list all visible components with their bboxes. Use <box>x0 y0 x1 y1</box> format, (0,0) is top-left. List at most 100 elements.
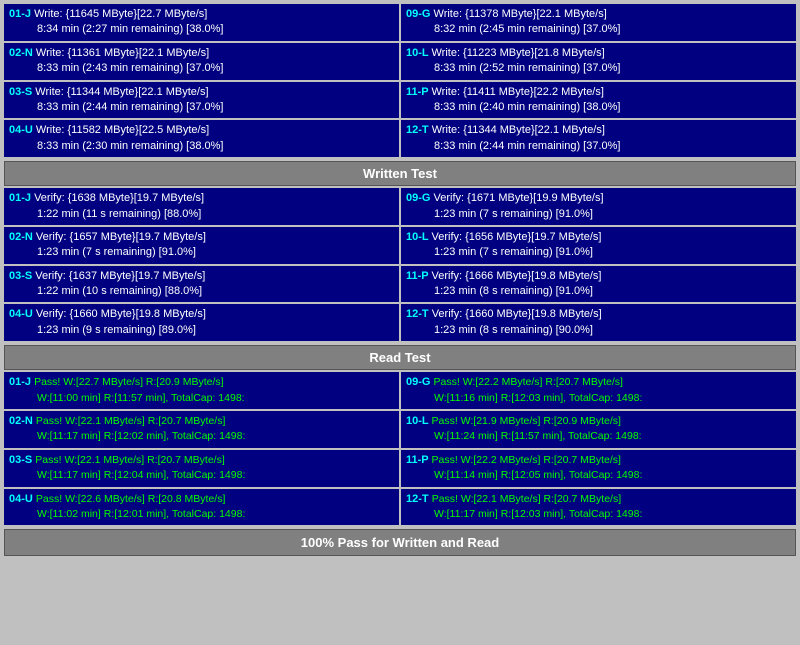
drive-line2: W:[11:16 min] R:[12:03 min], TotalCap: 1… <box>434 392 642 404</box>
drive-line1: Pass! W:[22.2 MByte/s] R:[20.7 MByte/s] <box>432 454 621 466</box>
drive-card: 11-P Verify: {1666 MByte}[19.8 MByte/s] 1… <box>401 266 796 303</box>
drive-card: 11-P Write: {11411 MByte}[22.2 MByte/s] 8… <box>401 82 796 119</box>
drive-card: 12-T Write: {11344 MByte}[22.1 MByte/s] 8… <box>401 120 796 157</box>
drive-id: 11-P <box>406 454 432 466</box>
drive-line2: W:[11:17 min] R:[12:02 min], TotalCap: 1… <box>37 430 245 442</box>
verify-grid: 01-J Verify: {1638 MByte}[19.7 MByte/s] 1… <box>4 188 796 341</box>
drive-line2: W:[11:00 min] R:[11:57 min], TotalCap: 1… <box>37 392 245 404</box>
drive-line2: 8:33 min (2:52 min remaining) [37.0%] <box>434 62 620 74</box>
drive-card: 09-G Pass! W:[22.2 MByte/s] R:[20.7 MByt… <box>401 372 796 409</box>
drive-card: 11-P Pass! W:[22.2 MByte/s] R:[20.7 MByt… <box>401 450 796 487</box>
drive-id: 10-L <box>406 415 431 427</box>
drive-line1: Write: {11582 MByte}[22.5 MByte/s] <box>36 124 209 136</box>
drive-card: 10-L Verify: {1656 MByte}[19.7 MByte/s] 1… <box>401 227 796 264</box>
drive-id: 10-L <box>406 47 431 59</box>
drive-line1: Pass! W:[22.1 MByte/s] R:[20.7 MByte/s] <box>36 415 225 427</box>
drive-id: 01-J <box>9 376 34 388</box>
drive-line2: 8:33 min (2:44 min remaining) [37.0%] <box>434 140 620 152</box>
drive-line1: Pass! W:[22.1 MByte/s] R:[20.7 MByte/s] <box>432 493 621 505</box>
drive-id: 03-S <box>9 454 35 466</box>
drive-line2: 1:23 min (8 s remaining) [90.0%] <box>434 324 593 336</box>
drive-card: 10-L Pass! W:[21.9 MByte/s] R:[20.9 MByt… <box>401 411 796 448</box>
drive-line1: Verify: {1657 MByte}[19.7 MByte/s] <box>36 231 206 243</box>
drive-line1: Pass! W:[22.7 MByte/s] R:[20.9 MByte/s] <box>34 376 223 388</box>
drive-card: 09-G Verify: {1671 MByte}[19.9 MByte/s] 1… <box>401 188 796 225</box>
drive-id: 03-S <box>9 270 35 282</box>
drive-card: 01-J Verify: {1638 MByte}[19.7 MByte/s] 1… <box>4 188 399 225</box>
drive-id: 12-T <box>406 493 432 505</box>
drive-line1: Verify: {1660 MByte}[19.8 MByte/s] <box>432 308 602 320</box>
drive-id: 12-T <box>406 124 432 136</box>
drive-line1: Pass! W:[22.1 MByte/s] R:[20.7 MByte/s] <box>35 454 224 466</box>
drive-line1: Verify: {1637 MByte}[19.7 MByte/s] <box>35 270 205 282</box>
drive-id: 03-S <box>9 86 35 98</box>
drive-card: 03-S Verify: {1637 MByte}[19.7 MByte/s] 1… <box>4 266 399 303</box>
drive-id: 02-N <box>9 47 36 59</box>
drive-line2: 1:23 min (7 s remaining) [91.0%] <box>37 246 196 258</box>
verify-section: 01-J Verify: {1638 MByte}[19.7 MByte/s] 1… <box>4 188 796 341</box>
drive-card: 10-L Write: {11223 MByte}[21.8 MByte/s] 8… <box>401 43 796 80</box>
drive-line1: Verify: {1638 MByte}[19.7 MByte/s] <box>34 192 204 204</box>
drive-line2: 8:33 min (2:30 min remaining) [38.0%] <box>37 140 223 152</box>
drive-id: 04-U <box>9 124 36 136</box>
drive-card: 02-N Write: {11361 MByte}[22.1 MByte/s] 8… <box>4 43 399 80</box>
drive-line1: Write: {11361 MByte}[22.1 MByte/s] <box>36 47 209 59</box>
drive-line2: 1:23 min (9 s remaining) [89.0%] <box>37 324 196 336</box>
drive-line1: Write: {11378 MByte}[22.1 MByte/s] <box>434 8 607 20</box>
drive-line2: 8:32 min (2:45 min remaining) [37.0%] <box>434 23 620 35</box>
drive-card: 12-T Pass! W:[22.1 MByte/s] R:[20.7 MByt… <box>401 489 796 526</box>
drive-line1: Write: {11645 MByte}[22.7 MByte/s] <box>34 8 207 20</box>
read-test-grid: 01-J Pass! W:[22.7 MByte/s] R:[20.9 MByt… <box>4 372 796 525</box>
drive-line1: Write: {11411 MByte}[22.2 MByte/s] <box>432 86 604 98</box>
drive-line1: Pass! W:[21.9 MByte/s] R:[20.9 MByte/s] <box>431 415 620 427</box>
drive-line2: 1:23 min (7 s remaining) [91.0%] <box>434 208 593 220</box>
drive-line1: Verify: {1666 MByte}[19.8 MByte/s] <box>432 270 602 282</box>
drive-id: 12-T <box>406 308 432 320</box>
drive-card: 04-U Pass! W:[22.6 MByte/s] R:[20.8 MByt… <box>4 489 399 526</box>
drive-line1: Verify: {1671 MByte}[19.9 MByte/s] <box>434 192 604 204</box>
drive-line2: W:[11:24 min] R:[11:57 min], TotalCap: 1… <box>434 430 642 442</box>
drive-card: 04-U Write: {11582 MByte}[22.5 MByte/s] 8… <box>4 120 399 157</box>
drive-card: 03-S Write: {11344 MByte}[22.1 MByte/s] 8… <box>4 82 399 119</box>
drive-line2: 8:34 min (2:27 min remaining) [38.0%] <box>37 23 223 35</box>
drive-line2: 8:33 min (2:44 min remaining) [37.0%] <box>37 101 223 113</box>
drive-line2: 1:23 min (8 s remaining) [91.0%] <box>434 285 593 297</box>
written-test-section: 01-J Write: {11645 MByte}[22.7 MByte/s] 8… <box>4 4 796 186</box>
drive-card: 09-G Write: {11378 MByte}[22.1 MByte/s] 8… <box>401 4 796 41</box>
drive-line2: 8:33 min (2:40 min remaining) [38.0%] <box>434 101 620 113</box>
drive-line1: Verify: {1660 MByte}[19.8 MByte/s] <box>36 308 206 320</box>
drive-line1: Write: {11223 MByte}[21.8 MByte/s] <box>431 47 604 59</box>
drive-id: 09-G <box>406 8 434 20</box>
footer-bar: 100% Pass for Written and Read <box>4 529 796 556</box>
drive-line2: 8:33 min (2:43 min remaining) [37.0%] <box>37 62 223 74</box>
drive-card: 03-S Pass! W:[22.1 MByte/s] R:[20.7 MByt… <box>4 450 399 487</box>
drive-line2: 1:22 min (10 s remaining) [88.0%] <box>37 285 202 297</box>
drive-line2: 1:23 min (7 s remaining) [91.0%] <box>434 246 593 258</box>
drive-line1: Write: {11344 MByte}[22.1 MByte/s] <box>35 86 208 98</box>
read-test-header: Read Test <box>4 345 796 370</box>
drive-id: 09-G <box>406 192 434 204</box>
drive-card: 12-T Verify: {1660 MByte}[19.8 MByte/s] 1… <box>401 304 796 341</box>
drive-line1: Write: {11344 MByte}[22.1 MByte/s] <box>432 124 605 136</box>
drive-id: 04-U <box>9 308 36 320</box>
drive-line2: W:[11:17 min] R:[12:03 min], TotalCap: 1… <box>434 508 642 520</box>
drive-card: 04-U Verify: {1660 MByte}[19.8 MByte/s] 1… <box>4 304 399 341</box>
drive-line1: Pass! W:[22.6 MByte/s] R:[20.8 MByte/s] <box>36 493 225 505</box>
drive-id: 10-L <box>406 231 431 243</box>
drive-line2: W:[11:02 min] R:[12:01 min], TotalCap: 1… <box>37 508 245 520</box>
drive-card: 02-N Verify: {1657 MByte}[19.7 MByte/s] 1… <box>4 227 399 264</box>
drive-id: 01-J <box>9 192 34 204</box>
drive-id: 01-J <box>9 8 34 20</box>
written-test-header: Written Test <box>4 161 796 186</box>
drive-line2: 1:22 min (11 s remaining) [88.0%] <box>37 208 201 220</box>
drive-card: 02-N Pass! W:[22.1 MByte/s] R:[20.7 MByt… <box>4 411 399 448</box>
drive-id: 02-N <box>9 415 36 427</box>
drive-line2: W:[11:17 min] R:[12:04 min], TotalCap: 1… <box>37 469 245 481</box>
drive-id: 11-P <box>406 270 432 282</box>
drive-line1: Verify: {1656 MByte}[19.7 MByte/s] <box>431 231 601 243</box>
main-container: 01-J Write: {11645 MByte}[22.7 MByte/s] 8… <box>0 0 800 560</box>
drive-id: 11-P <box>406 86 432 98</box>
drive-id: 02-N <box>9 231 36 243</box>
drive-line1: Pass! W:[22.2 MByte/s] R:[20.7 MByte/s] <box>434 376 623 388</box>
drive-card: 01-J Write: {11645 MByte}[22.7 MByte/s] 8… <box>4 4 399 41</box>
